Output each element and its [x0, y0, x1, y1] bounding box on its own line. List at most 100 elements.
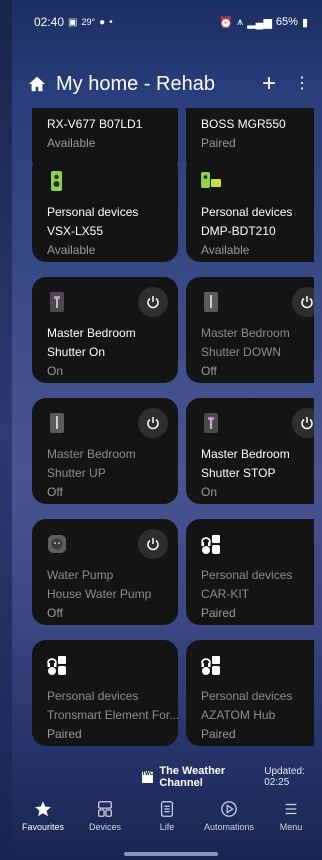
card-status: Paired	[201, 606, 236, 620]
card-line-2: Shutter STOP	[201, 466, 276, 480]
card-status: On	[47, 364, 64, 378]
power-icon	[301, 296, 313, 309]
device-card[interactable]: Master Bedroom Shutter UP Off	[32, 398, 178, 504]
device-card[interactable]: Master Bedroom Shutter STOP On	[186, 398, 314, 504]
card-line-2: Shutter UP	[47, 466, 106, 480]
app-screen: 02:40 ▣ 29° ● • ⏰ ⩚ ▂▄▆ 65% ▮ My home - …	[12, 0, 322, 860]
card-line-2: Paired	[201, 136, 236, 150]
screen-edge	[0, 0, 12, 860]
card-line-1: Personal devices	[201, 205, 293, 219]
tab-label: Favourites	[21, 822, 65, 832]
card-status: Off	[47, 606, 63, 620]
app-header: My home - Rehab + ⋮	[28, 68, 310, 100]
battery-icon: ▮	[301, 16, 308, 29]
power-button[interactable]	[292, 287, 314, 317]
signal-icon: ▂▄▆	[247, 16, 272, 29]
card-status: On	[201, 485, 218, 499]
card-line-1: Personal devices	[201, 689, 293, 703]
facebook-notification-icon: ●	[99, 16, 106, 28]
tab-label: Devices	[88, 822, 121, 832]
device-card[interactable]: Personal devices AZATOM Hub Paired	[186, 640, 314, 746]
status-bar: 02:40 ▣ 29° ● • ⏰ ⩚ ▂▄▆ 65% ▮	[12, 0, 322, 44]
tab-label: Automations	[203, 822, 255, 832]
plug-icon	[48, 535, 66, 553]
card-line-1: Master Bedroom	[47, 447, 136, 461]
tab-automations[interactable]: Automations	[198, 800, 260, 848]
device-card[interactable]: Water Pump House Water Pump Off	[32, 519, 178, 625]
card-line-2: Tronsmart Element For...	[47, 708, 180, 722]
bottom-navigation: Favourites Devices Life Automations Menu	[12, 800, 322, 848]
bluetooth-device-icon	[47, 656, 66, 675]
device-card[interactable]: Master Bedroom Shutter On On	[32, 277, 178, 383]
card-line-2: Available	[47, 136, 96, 150]
card-line-1: Personal devices	[47, 689, 139, 703]
weather-attribution[interactable]: TWC The Weather Channel Updated: 02:25	[142, 765, 322, 789]
card-line-1: RX-V677 B07LD1	[47, 117, 143, 131]
favourites-grid: RX-V677 B07LD1 Available BOSS MGR550 Pai…	[32, 108, 314, 748]
tab-label: Life	[159, 822, 175, 832]
switch-on-icon	[204, 413, 218, 433]
switch-off-icon	[204, 292, 218, 312]
card-status: Paired	[201, 727, 236, 741]
card-status: Available	[201, 243, 250, 257]
card-line-1: Personal devices	[201, 568, 293, 582]
status-temperature: 29°	[81, 17, 96, 27]
card-line-1: BOSS MGR550	[201, 117, 286, 131]
tab-menu[interactable]: Menu	[260, 800, 322, 848]
power-icon	[301, 417, 313, 430]
card-line-1: Master Bedroom	[201, 326, 290, 340]
power-icon	[147, 417, 159, 430]
power-icon	[147, 296, 159, 309]
device-card[interactable]: Personal devices DMP-BDT210 Available	[186, 156, 314, 262]
weather-channel-logo: TWC	[142, 771, 154, 783]
menu-icon	[285, 803, 297, 815]
card-line-1: Master Bedroom	[47, 326, 136, 340]
power-button[interactable]	[138, 287, 168, 317]
dot-icon: •	[109, 16, 113, 28]
power-button[interactable]	[292, 408, 314, 438]
card-line-2: Shutter DOWN	[201, 345, 282, 359]
battery-percent: 65%	[275, 16, 298, 28]
card-line-2: AZATOM Hub	[201, 708, 276, 722]
home-icon[interactable]	[28, 75, 46, 93]
tab-label: Menu	[279, 822, 303, 832]
life-icon	[160, 801, 174, 817]
more-options-icon[interactable]: ⋮	[294, 76, 310, 92]
card-line-1: Personal devices	[47, 205, 139, 219]
power-button[interactable]	[138, 529, 168, 559]
alarm-icon: ⏰	[219, 16, 233, 29]
power-button[interactable]	[138, 408, 168, 438]
automations-icon	[221, 801, 237, 817]
gesture-bar[interactable]	[124, 852, 218, 856]
card-status: Off	[47, 485, 63, 499]
device-card[interactable]: Master Bedroom Shutter DOWN Off	[186, 277, 314, 383]
bluetooth-device-icon	[201, 535, 220, 554]
player-device-icon	[201, 172, 221, 188]
card-status: Available	[47, 243, 96, 257]
device-card[interactable]: Personal devices Tronsmart Element For..…	[32, 640, 180, 746]
card-line-1: Master Bedroom	[201, 447, 290, 461]
tab-life[interactable]: Life	[136, 800, 198, 848]
card-line-2: House Water Pump	[47, 587, 152, 601]
device-card[interactable]: Personal devices VSX-LX55 Available	[32, 156, 178, 262]
card-line-2: VSX-LX55	[47, 224, 104, 238]
tab-devices[interactable]: Devices	[74, 800, 136, 848]
card-line-2: CAR-KIT	[201, 587, 249, 601]
star-icon	[35, 801, 51, 817]
tab-favourites[interactable]: Favourites	[12, 800, 74, 848]
weather-provider-name: The Weather Channel	[159, 765, 226, 789]
image-notification-icon: ▣	[68, 16, 78, 28]
bluetooth-device-icon	[201, 656, 220, 675]
page-title[interactable]: My home - Rehab	[56, 73, 215, 96]
weather-updated-time: Updated: 02:25	[264, 766, 305, 788]
card-status: Off	[201, 364, 217, 378]
card-line-2: Shutter On	[47, 345, 106, 359]
power-icon	[147, 538, 159, 551]
card-line-2: DMP-BDT210	[201, 224, 276, 238]
devices-icon	[98, 801, 112, 817]
add-button[interactable]: +	[262, 72, 276, 96]
device-card[interactable]: Personal devices CAR-KIT Paired	[186, 519, 314, 625]
card-status: Paired	[47, 727, 82, 741]
card-line-1: Water Pump	[47, 568, 114, 582]
status-time: 02:40	[34, 15, 65, 29]
